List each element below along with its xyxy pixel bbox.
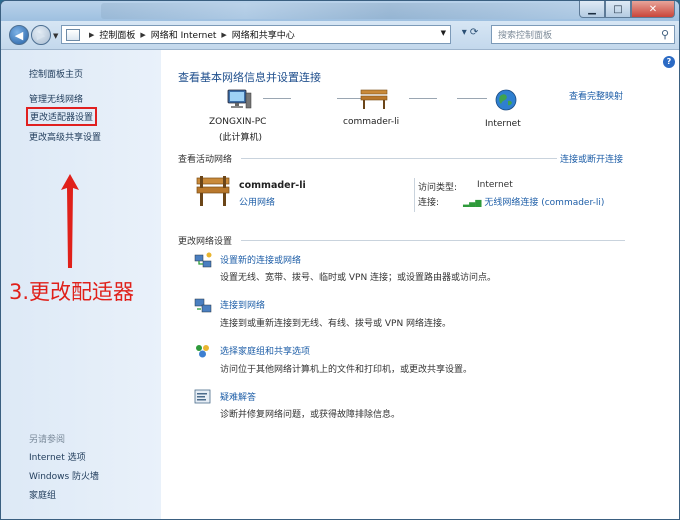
network-bench-icon[interactable] [195,174,231,208]
view-full-map-link[interactable]: 查看完整映射 [569,89,623,102]
map-computer-sub: (此计算机) [219,133,263,143]
close-button[interactable]: ✕ [631,1,675,18]
computer-icon [227,89,252,109]
connect-network-icon [194,298,212,313]
minimize-icon: ▁ [588,3,596,15]
connect-disconnect-link[interactable]: 连接或断开连接 [560,152,623,165]
breadcrumb-control-panel[interactable]: 控制面板 [99,28,135,41]
active-networks-heading: 查看活动网络 [178,155,233,165]
connections-label: 连接: [418,198,440,208]
navigation-bar: ◀ ▶ ▼ ▶ 控制面板 ▶ 网络和 Internet ▶ 网络和共享中心 ▼ … [1,21,679,49]
homegroup-sharing-link[interactable]: 选择家庭组和共享选项 [220,344,310,357]
troubleshoot-desc: 诊断并修复网络问题，或获得故障排除信息。 [220,410,401,420]
address-dropdown-icon[interactable]: ▼ [441,29,446,37]
globe-icon [495,89,517,111]
change-settings-heading: 更改网络设置 [178,237,233,247]
title-bar[interactable]: ▁ □ ✕ [1,1,679,21]
see-also-internet-options[interactable]: Internet 选项 [29,450,86,463]
control-panel-icon [66,28,80,41]
maximize-button[interactable]: □ [605,1,631,18]
map-node-internet[interactable] [493,88,519,115]
homegroup-icon [196,345,209,358]
search-icon[interactable]: ⚲ [661,28,669,41]
control-panel-window: ▁ □ ✕ ◀ ▶ ▼ ▶ 控制面板 ▶ 网络和 Internet ▶ 网络和共… [0,0,680,520]
wifi-signal-icon: ▂▄▆ [463,198,482,207]
setup-new-connection-desc: 设置无线、宽带、拨号、临时或 VPN 连接；或设置路由器或访问点。 [220,273,497,283]
sidebar-item-control-panel-home[interactable]: 控制面板主页 [29,67,83,80]
chevron-right-icon[interactable]: ▶ [89,31,94,39]
arrow-left-icon: ◀ [14,28,24,42]
map-link-line [457,98,487,99]
access-type-value: Internet [477,180,513,190]
map-link-line [263,98,291,99]
sidebar-item-advanced-sharing[interactable]: 更改高级共享设置 [29,130,101,143]
annotation-arrow-icon [61,174,79,268]
refresh-icon: ▾ ⟳ [461,27,479,38]
maximize-icon: □ [613,3,623,15]
search-input[interactable]: 搜索控制面板 ⚲ [491,25,675,44]
see-also-heading: 另请参阅 [29,435,66,445]
see-also-homegroup[interactable]: 家庭组 [29,488,56,501]
minimize-button[interactable]: ▁ [579,1,605,18]
map-link-line [409,98,437,99]
wireless-connection-link[interactable]: ▂▄▆ 无线网络连接 (commader-li) [463,195,604,208]
setup-new-connection-link[interactable]: 设置新的连接或网络 [220,253,301,266]
network-type-link[interactable]: 公用网络 [239,195,275,208]
main-panel: ? 查看基本网络信息并设置连接 查看完整映射 ZONGXIN-PC (此计算机) [161,50,679,519]
address-bar[interactable]: ▶ 控制面板 ▶ 网络和 Internet ▶ 网络和共享中心 ▼ [61,25,451,44]
section-divider [241,158,557,159]
chevron-right-icon[interactable]: ▶ [140,31,145,39]
active-network-name: commader-li [239,180,306,191]
search-placeholder: 搜索控制面板 [498,31,553,41]
vertical-divider [414,178,415,212]
sidebar-item-manage-wireless[interactable]: 管理无线网络 [29,92,83,105]
map-node-network[interactable] [357,88,391,113]
connect-to-network-desc: 连接到或重新连接到无线、有线、拨号或 VPN 网络连接。 [220,319,452,329]
map-internet-label: Internet [485,119,521,129]
troubleshoot-icon [194,389,211,404]
breadcrumb-network-sharing-center[interactable]: 网络和共享中心 [232,28,295,41]
map-node-computer[interactable] [209,88,269,115]
refresh-button[interactable]: ▾ ⟳ [455,27,485,44]
bench-icon [360,89,388,109]
history-dropdown-icon[interactable]: ▼ [53,32,58,40]
window-controls: ▁ □ ✕ [579,1,675,18]
sidebar-item-change-adapter-settings[interactable]: 更改适配器设置 [26,107,98,126]
arrow-right-icon: ▶ [36,28,46,42]
troubleshoot-link[interactable]: 疑难解答 [220,390,256,403]
see-also-windows-firewall[interactable]: Windows 防火墙 [29,469,99,482]
connect-to-network-link[interactable]: 连接到网络 [220,298,265,311]
annotation-text: 3.更改配适器 [9,280,135,304]
wireless-connection-label: 无线网络连接 (commader-li) [484,198,605,208]
breadcrumb-network-internet[interactable]: 网络和 Internet [151,28,217,41]
help-icon[interactable]: ? [663,56,675,68]
back-button[interactable]: ◀ [9,25,29,45]
forward-button[interactable]: ▶ [31,25,51,45]
access-type-label: 访问类型: [418,183,458,193]
content-area: 控制面板主页 管理无线网络 更改适配器设置 更改高级共享设置 另请参阅 Inte… [1,49,679,519]
page-title: 查看基本网络信息并设置连接 [178,71,321,84]
homegroup-sharing-desc: 访问位于其他网络计算机上的文件和打印机，或更改共享设置。 [220,365,473,375]
map-network-name: commader-li [343,117,400,127]
chevron-right-icon[interactable]: ▶ [221,31,226,39]
map-computer-name: ZONGXIN-PC [209,117,267,127]
close-icon: ✕ [648,3,658,15]
section-divider [241,240,625,241]
title-bar-background [101,3,581,19]
new-connection-icon [194,252,212,268]
